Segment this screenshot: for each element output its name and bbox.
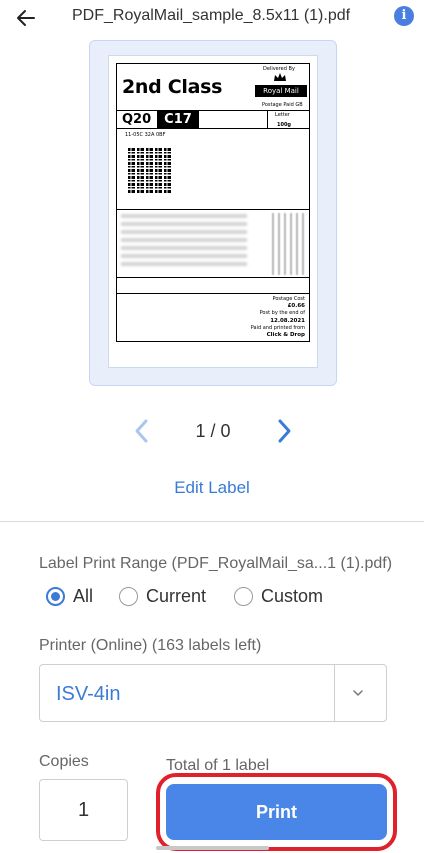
label-return-address-blurred [272, 213, 306, 275]
info-icon[interactable]: i [394, 6, 414, 26]
copies-input[interactable]: 1 [39, 779, 128, 841]
range-option-all[interactable]: All [46, 586, 93, 606]
radio-icon[interactable] [234, 586, 253, 606]
edit-label-link[interactable]: Edit Label [0, 478, 424, 498]
label-post-by-date: 12.08.2021 [270, 317, 305, 324]
shipping-label: 2nd Class Delivered By Royal Mail Postag… [116, 63, 310, 342]
range-option-label: Custom [261, 585, 324, 606]
range-option-label: Current [146, 585, 207, 606]
label-divider [267, 110, 268, 128]
document-title: PDF_RoyalMail_sample_8.5x11 (1).pdf [72, 7, 351, 24]
range-option-label: All [73, 585, 94, 606]
carrier-logo: Royal Mail [255, 85, 307, 97]
page-indicator: 1 / 0 [195, 421, 231, 441]
label-divider [117, 209, 309, 210]
select-separator [334, 665, 335, 721]
range-option-custom[interactable]: Custom [234, 586, 323, 606]
label-zone: Q20 [122, 112, 152, 127]
barcode-icon [126, 148, 172, 194]
label-divider [117, 293, 309, 294]
label-address-blurred [121, 214, 247, 266]
label-post-by-label: Post by the end of [259, 310, 305, 317]
label-footer: Postage Cost £0.66 Post by the end of 12… [251, 296, 305, 339]
crown-icon [274, 73, 286, 81]
radio-icon[interactable] [119, 586, 138, 606]
label-reference: 11-05C 32A 0BF [125, 132, 166, 138]
range-option-current[interactable]: Current [119, 586, 206, 606]
label-preview-page: 2nd Class Delivered By Royal Mail Postag… [108, 55, 318, 368]
section-divider [0, 521, 424, 522]
label-preview-card: 2nd Class Delivered By Royal Mail Postag… [89, 40, 337, 386]
label-paid-printed: Paid and printed from [250, 324, 305, 331]
printer-title: Printer (Online) (163 labels left) [39, 637, 262, 654]
label-postage-cost: £0.66 [287, 303, 305, 310]
printer-select-value: ISV-4in [56, 683, 121, 705]
label-postage-paid: Postage Paid GB [262, 102, 303, 108]
print-range-title: Label Print Range (PDF_RoyalMail_sa...1 … [39, 555, 393, 572]
printer-select[interactable]: ISV-4in [39, 664, 387, 722]
print-button[interactable]: Print [166, 784, 387, 840]
label-postage-cost-label: Postage Cost [272, 296, 305, 302]
home-indicator [156, 846, 269, 850]
label-divider [117, 110, 309, 111]
label-divider [117, 128, 309, 129]
page-navigator: 1 / 0 [0, 416, 424, 446]
label-format: Letter [275, 112, 290, 118]
label-code: C17 [157, 111, 199, 128]
chevron-left-icon[interactable] [130, 416, 154, 446]
label-service: 2nd Class [122, 76, 223, 98]
chevron-right-icon[interactable] [272, 416, 296, 446]
arrow-left-icon[interactable] [14, 6, 38, 30]
label-paid-printed-via: Click & Drop [266, 332, 305, 339]
chevron-down-icon[interactable] [350, 685, 366, 701]
copies-title: Copies [39, 753, 89, 770]
radio-selected-icon[interactable] [46, 586, 65, 606]
app-header: PDF_RoyalMail_sample_8.5x11 (1).pdf i [0, 0, 424, 36]
label-divider [117, 277, 309, 278]
